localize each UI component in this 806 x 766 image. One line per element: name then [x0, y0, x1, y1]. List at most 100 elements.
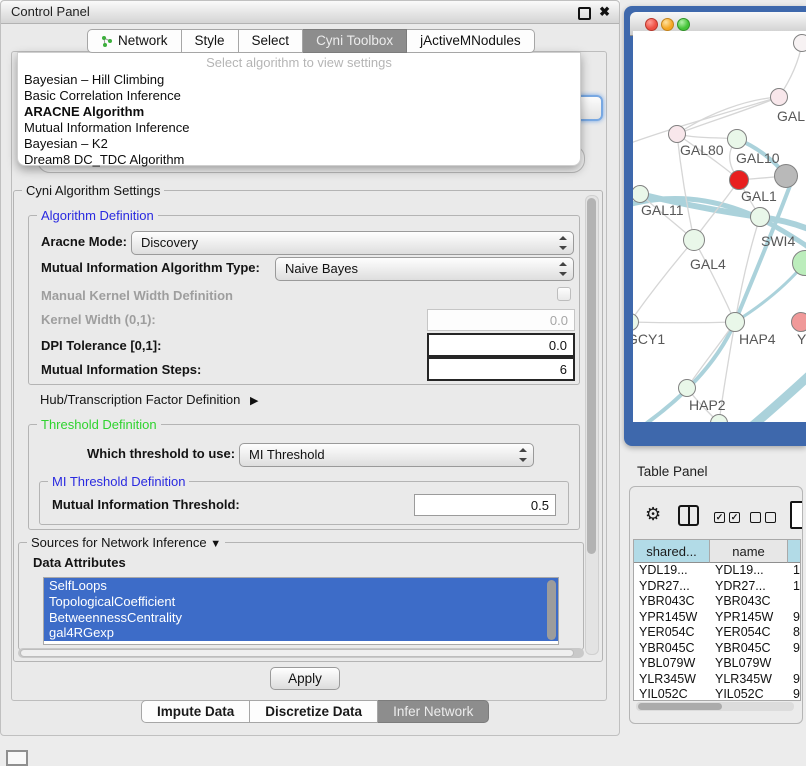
- node-label-gal1: GAL1: [741, 188, 777, 204]
- manual-kernel-checkbox[interactable]: [557, 287, 571, 301]
- network-node-8[interactable]: [683, 229, 705, 251]
- column-header-name[interactable]: name: [710, 540, 788, 563]
- docked-panel-grip[interactable]: [6, 750, 28, 766]
- algorithm-definition-legend: Algorithm Definition: [37, 208, 158, 223]
- hub-section-toggle[interactable]: Hub/Transcription Factor Definition ▶: [40, 392, 258, 407]
- network-node-4[interactable]: [729, 170, 749, 190]
- table-hscrollbar-thumb[interactable]: [638, 703, 722, 710]
- dpi-tolerance-input[interactable]: [427, 333, 575, 357]
- window-title: Control Panel: [11, 1, 90, 23]
- network-node-3[interactable]: [727, 129, 747, 149]
- list-item[interactable]: BetweennessCentrality: [44, 610, 558, 626]
- dropdown-option[interactable]: Bayesian – K2: [18, 136, 580, 152]
- list-item[interactable]: TopologicalCoefficient: [44, 594, 558, 610]
- mi-threshold-definition-legend: MI Threshold Definition: [48, 474, 189, 489]
- column-header-shared[interactable]: shared...: [634, 540, 710, 563]
- tab-cyni-toolbox[interactable]: Cyni Toolbox: [303, 29, 407, 53]
- table-cell: YLR345W: [710, 672, 788, 688]
- tab-network[interactable]: Network: [87, 29, 182, 53]
- table-cell: 13: [788, 563, 801, 579]
- node-label-gal11: GAL11: [641, 202, 684, 218]
- table-row[interactable]: YPR145WYPR145W9.: [634, 610, 801, 626]
- stepper-icon: [559, 236, 566, 250]
- table-panel: ⚙ ✓✓ shared...nameYDL19...YDL19...13YDR2…: [629, 486, 803, 724]
- kernel-width-input[interactable]: [427, 309, 575, 331]
- network-node-7[interactable]: [750, 207, 770, 227]
- table-row[interactable]: YIL052CYIL052C9: [634, 687, 801, 701]
- table-cell: YDL19...: [710, 563, 788, 579]
- table-row[interactable]: YDL19...YDL19...13: [634, 563, 801, 579]
- network-node-5[interactable]: [774, 164, 798, 188]
- list-item[interactable]: gal4RGexp: [44, 625, 558, 641]
- mi-threshold-input[interactable]: [414, 494, 556, 516]
- hide-columns-icon[interactable]: [750, 512, 776, 523]
- dropdown-option[interactable]: Basic Correlation Inference: [18, 88, 580, 104]
- threshold-definition-group: Threshold Definition Which threshold to …: [28, 424, 580, 530]
- table-row[interactable]: YER054CYER054C8.: [634, 625, 801, 641]
- table-row[interactable]: YLR345WYLR345W9.: [634, 672, 801, 688]
- list-item[interactable]: SelfLoops: [44, 578, 558, 594]
- mi-steps-label: Mutual Information Steps:: [41, 359, 201, 381]
- settings-scrollbar[interactable]: [585, 195, 599, 655]
- show-selected-columns-icon[interactable]: ✓✓: [714, 512, 740, 523]
- node-label-gcy1: GCY1: [633, 331, 665, 347]
- dropdown-option[interactable]: Dream8 DC_TDC Algorithm: [18, 152, 580, 168]
- network-node-0[interactable]: [793, 34, 806, 52]
- data-attributes-list[interactable]: SelfLoopsTopologicalCoefficientBetweenne…: [43, 577, 559, 645]
- table-cell: YBL079W: [710, 656, 788, 672]
- gear-icon[interactable]: ⚙: [645, 505, 661, 523]
- column-browser-icon[interactable]: [678, 505, 699, 526]
- tab-jactivemnodules[interactable]: jActiveMNodules: [407, 29, 535, 53]
- table-cell: 12: [788, 579, 801, 595]
- aracne-mode-value: Discovery: [141, 235, 198, 250]
- sources-legend: Sources for Network Inference ▼: [27, 535, 225, 550]
- dropdown-option[interactable]: Mutual Information Inference: [18, 120, 580, 136]
- network-tab-icon: [101, 35, 113, 47]
- table-panel-title: Table Panel: [637, 464, 708, 479]
- close-window-icon[interactable]: ✖: [599, 3, 610, 21]
- table-cell: YIL052C: [634, 687, 710, 701]
- aracne-mode-label: Aracne Mode:: [41, 231, 127, 253]
- expand-right-icon: ▶: [250, 395, 258, 407]
- manual-kernel-label: Manual Kernel Width Definition: [41, 288, 233, 303]
- bottom-tab-discretize-data[interactable]: Discretize Data: [250, 700, 378, 723]
- network-node-12[interactable]: [791, 312, 806, 332]
- bottom-tab-impute-data[interactable]: Impute Data: [141, 700, 250, 723]
- apply-button[interactable]: Apply: [270, 667, 340, 690]
- kernel-width-label: Kernel Width (0,1):: [41, 309, 156, 331]
- table-row[interactable]: YDR27...YDR27...12: [634, 579, 801, 595]
- which-threshold-combo[interactable]: MI Threshold: [239, 443, 534, 467]
- table-row[interactable]: YBL079WYBL079W: [634, 656, 801, 672]
- network-node-11[interactable]: [725, 312, 745, 332]
- zoom-light-icon[interactable]: [677, 18, 690, 31]
- table-cell: YBR043C: [710, 594, 788, 610]
- export-table-icon[interactable]: [790, 501, 803, 529]
- close-light-icon[interactable]: [645, 18, 658, 31]
- table-row[interactable]: YBR043CYBR043C: [634, 594, 801, 610]
- bottom-tab-infer-network[interactable]: Infer Network: [378, 700, 489, 723]
- network-canvas[interactable]: GALGAL80GAL10GAL1GAL11SWI4GAL4GCY1HAP4YH…: [633, 31, 806, 422]
- tab-style[interactable]: Style: [182, 29, 239, 53]
- mi-threshold-definition-group: MI Threshold Definition Mutual Informati…: [39, 481, 569, 525]
- dropdown-option[interactable]: ARACNE Algorithm: [18, 104, 580, 120]
- mi-type-combo[interactable]: Naive Bayes: [275, 257, 574, 281]
- mi-type-value: Naive Bayes: [285, 261, 358, 276]
- which-threshold-value: MI Threshold: [249, 447, 325, 462]
- float-window-icon[interactable]: [578, 7, 591, 20]
- settings-hscrollbar[interactable]: [18, 648, 584, 658]
- list-scrollbar-thumb[interactable]: [547, 580, 556, 640]
- dropdown-option[interactable]: Bayesian – Hill Climbing: [18, 72, 580, 88]
- node-label-swi4: SWI4: [761, 233, 795, 249]
- column-header-cut[interactable]: [788, 540, 801, 563]
- network-node-1[interactable]: [770, 88, 788, 106]
- network-node-13[interactable]: [678, 379, 696, 397]
- network-node-2[interactable]: [668, 125, 686, 143]
- minimize-light-icon[interactable]: [661, 18, 674, 31]
- tab-select[interactable]: Select: [239, 29, 304, 53]
- settings-hscrollbar-thumb[interactable]: [20, 649, 574, 657]
- mi-steps-input[interactable]: [427, 357, 575, 381]
- table-hscrollbar[interactable]: [636, 702, 794, 711]
- settings-scrollbar-thumb[interactable]: [587, 198, 596, 554]
- table-row[interactable]: YBR045CYBR045C9.: [634, 641, 801, 657]
- aracne-mode-combo[interactable]: Discovery: [131, 231, 574, 255]
